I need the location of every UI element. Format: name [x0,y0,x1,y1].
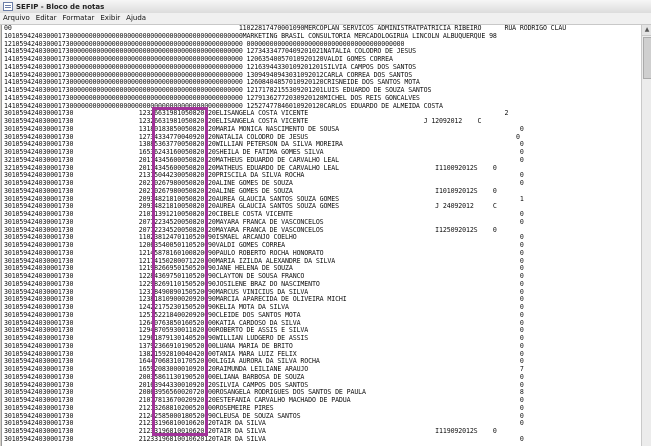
notepad-icon [3,2,13,11]
text-editor-area[interactable]: 00 11022817470001090MERCOPLAN SERVICOS A… [1,25,642,446]
text-line: 301059424030001730 21233196810010620120T… [4,434,524,443]
scrollbar-thumb[interactable] [643,37,651,79]
window-title: SEFIP - Bloco de notas [16,2,105,11]
title-bar: SEFIP - Bloco de notas [0,0,651,14]
menu-bar: Arquivo Editar Formatar Exibir Ajuda [0,13,651,25]
scroll-up-icon[interactable]: ▲ [642,25,651,36]
menu-ajuda[interactable]: Ajuda [123,13,149,24]
menu-exibir[interactable]: Exibir [97,13,123,24]
menu-arquivo[interactable]: Arquivo [0,13,33,24]
vertical-scrollbar[interactable]: ▲ [641,25,651,446]
menu-editar[interactable]: Editar [33,13,60,24]
menu-formatar[interactable]: Formatar [60,13,98,24]
